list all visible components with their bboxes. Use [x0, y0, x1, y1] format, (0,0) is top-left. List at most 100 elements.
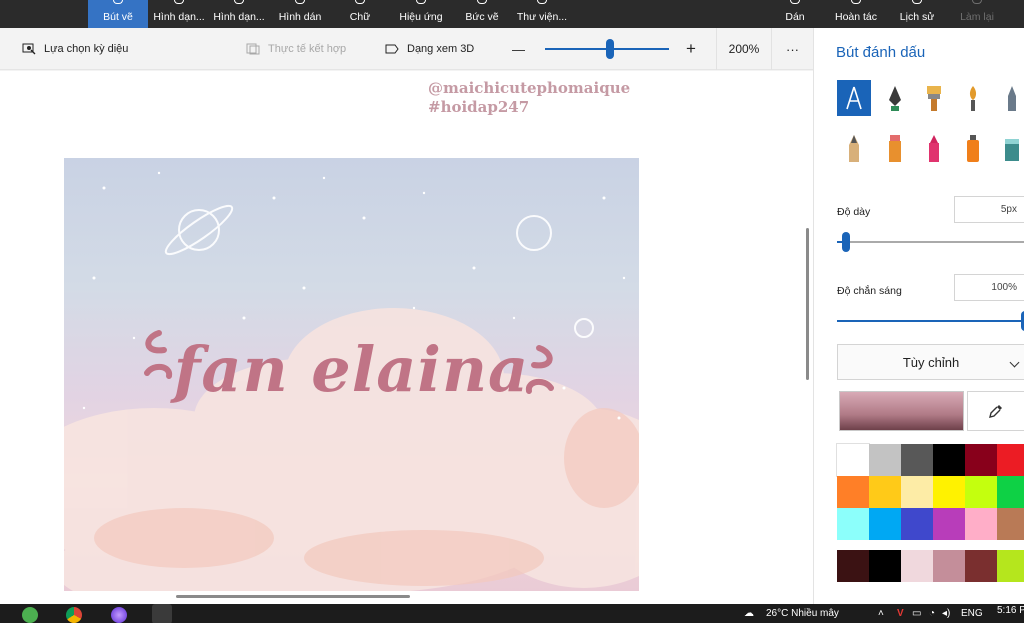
- brush-calligraphy-pen[interactable]: [837, 80, 871, 116]
- opacity-field[interactable]: 100%: [954, 274, 1024, 301]
- current-color-preview[interactable]: [839, 391, 964, 431]
- antivirus-icon[interactable]: V: [897, 608, 904, 619]
- tab-stickers[interactable]: Hình dán: [272, 0, 328, 28]
- mixed-reality-button[interactable]: Thực tế kết hợp: [246, 28, 346, 70]
- color-swatch[interactable]: [933, 508, 965, 540]
- color-swatch[interactable]: [933, 476, 965, 508]
- undo-icon: [851, 0, 861, 4]
- library-icon: [537, 0, 547, 4]
- tab-3d-shapes[interactable]: Hình dạn...: [210, 0, 268, 28]
- network-icon[interactable]: ◔: [929, 608, 935, 619]
- top-ribbon: Bút vẽ Hình dạn... Hình dạn... Hình dán …: [0, 0, 1024, 28]
- color-swatch[interactable]: [901, 476, 933, 508]
- tab-label: Hình dạn...: [213, 11, 265, 23]
- brush-marker[interactable]: [878, 130, 912, 166]
- eyedropper-button[interactable]: [967, 391, 1024, 431]
- color-swatch[interactable]: [869, 550, 901, 582]
- brush-watercolor[interactable]: [956, 80, 990, 116]
- color-swatch[interactable]: [869, 508, 901, 540]
- app-icon[interactable]: [22, 607, 38, 623]
- zoom-slider-thumb[interactable]: [606, 39, 614, 59]
- chrome-icon[interactable]: [66, 607, 82, 623]
- ink-pen-icon: [889, 86, 901, 111]
- opacity-slider-fill: [837, 320, 1024, 322]
- language-indicator[interactable]: ENG: [961, 608, 983, 619]
- color-swatch[interactable]: [869, 476, 901, 508]
- more-options-button[interactable]: ···: [786, 28, 799, 70]
- color-swatch[interactable]: [965, 550, 997, 582]
- tab-label: Hình dán: [278, 11, 322, 23]
- color-swatch[interactable]: [901, 550, 933, 582]
- weather-text[interactable]: 26°C Nhiều mây: [766, 608, 839, 619]
- clock[interactable]: 5:16 P: [997, 605, 1024, 616]
- brush-mode-dropdown[interactable]: Tùy chỉnh: [837, 344, 1024, 380]
- color-swatch[interactable]: [901, 508, 933, 540]
- brush-crayon[interactable]: [837, 130, 871, 166]
- color-swatch[interactable]: [997, 444, 1024, 476]
- tab-3d-library[interactable]: Thư viện...: [512, 0, 572, 28]
- artwork-flourish-left: [144, 330, 173, 379]
- brush-spray[interactable]: [956, 130, 990, 166]
- color-swatch[interactable]: [997, 508, 1024, 540]
- horizontal-scrollbar[interactable]: [176, 595, 410, 598]
- tab-effects[interactable]: Hiệu ứng: [392, 0, 450, 28]
- magic-select-icon: [22, 43, 36, 55]
- artwork-image[interactable]: fan elaina: [64, 158, 639, 591]
- tab-text[interactable]: Chữ: [338, 0, 382, 28]
- vertical-scrollbar[interactable]: [806, 228, 809, 380]
- color-swatch[interactable]: [901, 444, 933, 476]
- brush-panel: Bút đánh dấu Độ dày 5px Độ chắn sáng 100…: [813, 28, 1024, 604]
- zoom-out-button[interactable]: —: [512, 28, 525, 70]
- brush-ink-pen[interactable]: [878, 80, 912, 116]
- color-swatch[interactable]: [933, 550, 965, 582]
- color-swatch[interactable]: [837, 476, 869, 508]
- magic-select-button[interactable]: Lựa chọn kỳ diệu: [22, 28, 128, 70]
- watermark-line-2: #hoidap247: [428, 98, 530, 116]
- browser-icon[interactable]: [111, 607, 127, 623]
- brush-pencil[interactable]: [995, 80, 1024, 116]
- thickness-slider-track[interactable]: [837, 241, 1024, 243]
- brush-highlighter[interactable]: [917, 130, 951, 166]
- weather-icon[interactable]: ☁: [744, 608, 754, 619]
- color-swatch[interactable]: [997, 550, 1024, 582]
- thickness-slider-thumb[interactable]: [842, 232, 850, 252]
- brush-oil[interactable]: [917, 80, 951, 116]
- history-button[interactable]: Lịch sử: [894, 0, 940, 28]
- marker-icon: [889, 135, 901, 162]
- sticker-icon: [295, 0, 305, 4]
- tab-canvas[interactable]: Bức vẽ: [458, 0, 506, 28]
- color-swatch[interactable]: [965, 476, 997, 508]
- battery-icon[interactable]: ▭: [912, 608, 921, 619]
- canvas-area[interactable]: @maichicutephomaique #hoidap247 fan elai…: [0, 71, 813, 604]
- paste-button[interactable]: Dán: [778, 0, 812, 28]
- tray-chevron-icon[interactable]: ˄: [878, 608, 884, 619]
- chevron-down-icon: [1009, 357, 1020, 368]
- volume-icon[interactable]: ◂): [942, 608, 950, 619]
- zoom-in-button[interactable]: +: [686, 28, 696, 70]
- paint3d-taskbar-icon[interactable]: [152, 604, 172, 623]
- watermark-line-1: @maichicutephomaique: [428, 79, 631, 97]
- color-swatch[interactable]: [837, 550, 869, 582]
- thickness-field[interactable]: 5px: [954, 196, 1024, 223]
- watercolor-brush-icon: [969, 86, 977, 111]
- undo-button[interactable]: Hoàn tác: [830, 0, 882, 28]
- color-swatch[interactable]: [965, 444, 997, 476]
- view-3d-button[interactable]: Dạng xem 3D: [385, 28, 474, 70]
- tab-label: Hình dạn...: [153, 11, 205, 23]
- color-swatch[interactable]: [836, 443, 870, 477]
- brush-pixel-pen[interactable]: [995, 130, 1024, 166]
- zoom-level-field[interactable]: 200%: [716, 28, 772, 70]
- color-swatch[interactable]: [869, 444, 901, 476]
- history-icon: [912, 0, 922, 4]
- pencil-icon: [1008, 86, 1016, 111]
- tab-2d-shapes[interactable]: Hình dạn...: [150, 0, 208, 28]
- redo-button[interactable]: Làm lại: [955, 0, 999, 28]
- color-swatch[interactable]: [997, 476, 1024, 508]
- shape-2d-icon: [174, 0, 184, 4]
- view-3d-icon: [385, 44, 399, 54]
- tab-brushes[interactable]: Bút vẽ: [88, 0, 148, 28]
- color-swatch[interactable]: [837, 508, 869, 540]
- color-swatch[interactable]: [965, 508, 997, 540]
- undo-label: Hoàn tác: [834, 11, 878, 23]
- color-swatch[interactable]: [933, 444, 965, 476]
